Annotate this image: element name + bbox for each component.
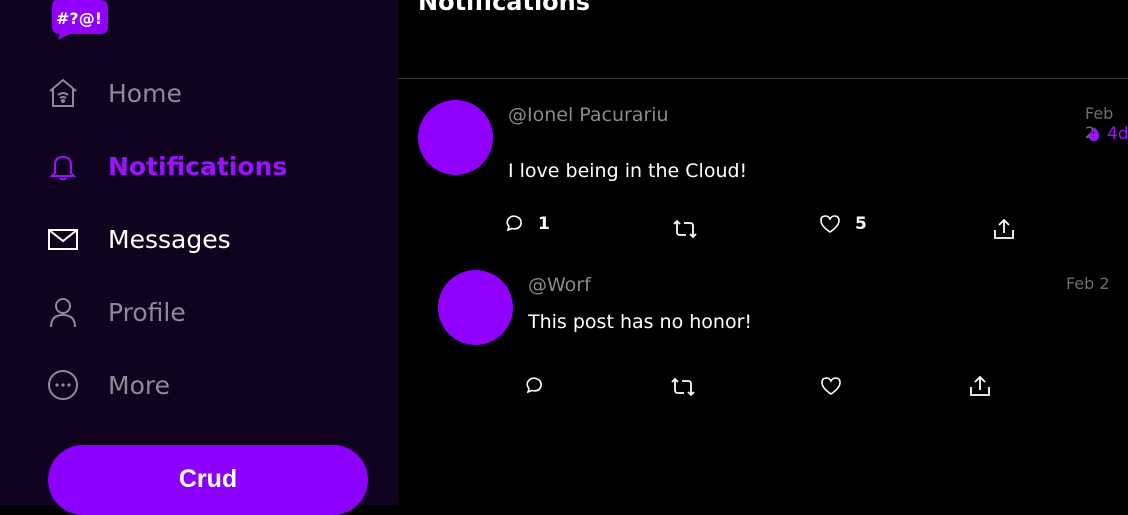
share-button[interactable] bbox=[969, 375, 991, 397]
user-icon bbox=[46, 295, 80, 329]
post-handle[interactable]: @Worf bbox=[528, 274, 591, 296]
share-icon bbox=[970, 375, 990, 396]
avatar[interactable] bbox=[418, 100, 493, 175]
sidebar: #?@! Home Notifications Messages Profile… bbox=[0, 0, 398, 515]
header-divider bbox=[398, 78, 1128, 79]
status-badge: 4d bbox=[1087, 124, 1128, 144]
speech-bubble-logo-icon: #?@! bbox=[52, 0, 108, 40]
heart-icon bbox=[821, 377, 841, 395]
share-button[interactable] bbox=[993, 218, 1015, 240]
main-feed: Notifications @Ionel Pacurariu Feb 2 4d … bbox=[398, 0, 1128, 505]
more-icon bbox=[46, 368, 80, 402]
heart-icon bbox=[820, 215, 840, 233]
home-icon bbox=[46, 76, 80, 110]
share-icon bbox=[994, 218, 1014, 239]
sidebar-item-label: Home bbox=[108, 78, 182, 108]
reply-count: 1 bbox=[538, 214, 550, 234]
comment-icon bbox=[506, 215, 522, 232]
retweet-button[interactable] bbox=[673, 218, 697, 240]
like-button[interactable]: 5 bbox=[819, 214, 867, 234]
comment-icon bbox=[526, 377, 542, 394]
post-date: Feb 2 bbox=[1066, 274, 1110, 293]
sidebar-item-home[interactable]: Home bbox=[46, 73, 182, 113]
post-text: This post has no honor! bbox=[528, 311, 753, 333]
sidebar-item-messages[interactable]: Messages bbox=[46, 219, 231, 259]
bell-icon bbox=[46, 149, 80, 183]
mail-icon bbox=[46, 222, 80, 256]
retweet-button[interactable] bbox=[671, 376, 695, 398]
post-text: I love being in the Cloud! bbox=[508, 160, 748, 182]
app-logo[interactable]: #?@! bbox=[48, 0, 108, 40]
sidebar-item-label: Messages bbox=[108, 224, 231, 254]
sidebar-item-label: Profile bbox=[108, 297, 186, 327]
sidebar-item-profile[interactable]: Profile bbox=[46, 292, 186, 332]
sidebar-item-label: More bbox=[108, 370, 170, 400]
page-title: Notifications bbox=[418, 0, 591, 16]
post-handle[interactable]: @Ionel Pacurariu bbox=[508, 104, 669, 126]
sidebar-item-more[interactable]: More bbox=[46, 365, 170, 405]
like-count: 5 bbox=[855, 214, 867, 234]
logo-text: #?@! bbox=[56, 9, 102, 28]
sidebar-item-notifications[interactable]: Notifications bbox=[46, 146, 287, 186]
retweet-icon bbox=[673, 219, 697, 239]
badge-text: 4d bbox=[1107, 124, 1128, 144]
sidebar-item-label: Notifications bbox=[108, 151, 288, 181]
reply-button[interactable] bbox=[524, 376, 544, 396]
reply-button[interactable]: 1 bbox=[504, 214, 550, 234]
avatar[interactable] bbox=[438, 270, 513, 345]
like-button[interactable] bbox=[820, 376, 842, 396]
retweet-icon bbox=[671, 377, 695, 397]
flame-icon bbox=[1089, 127, 1099, 141]
